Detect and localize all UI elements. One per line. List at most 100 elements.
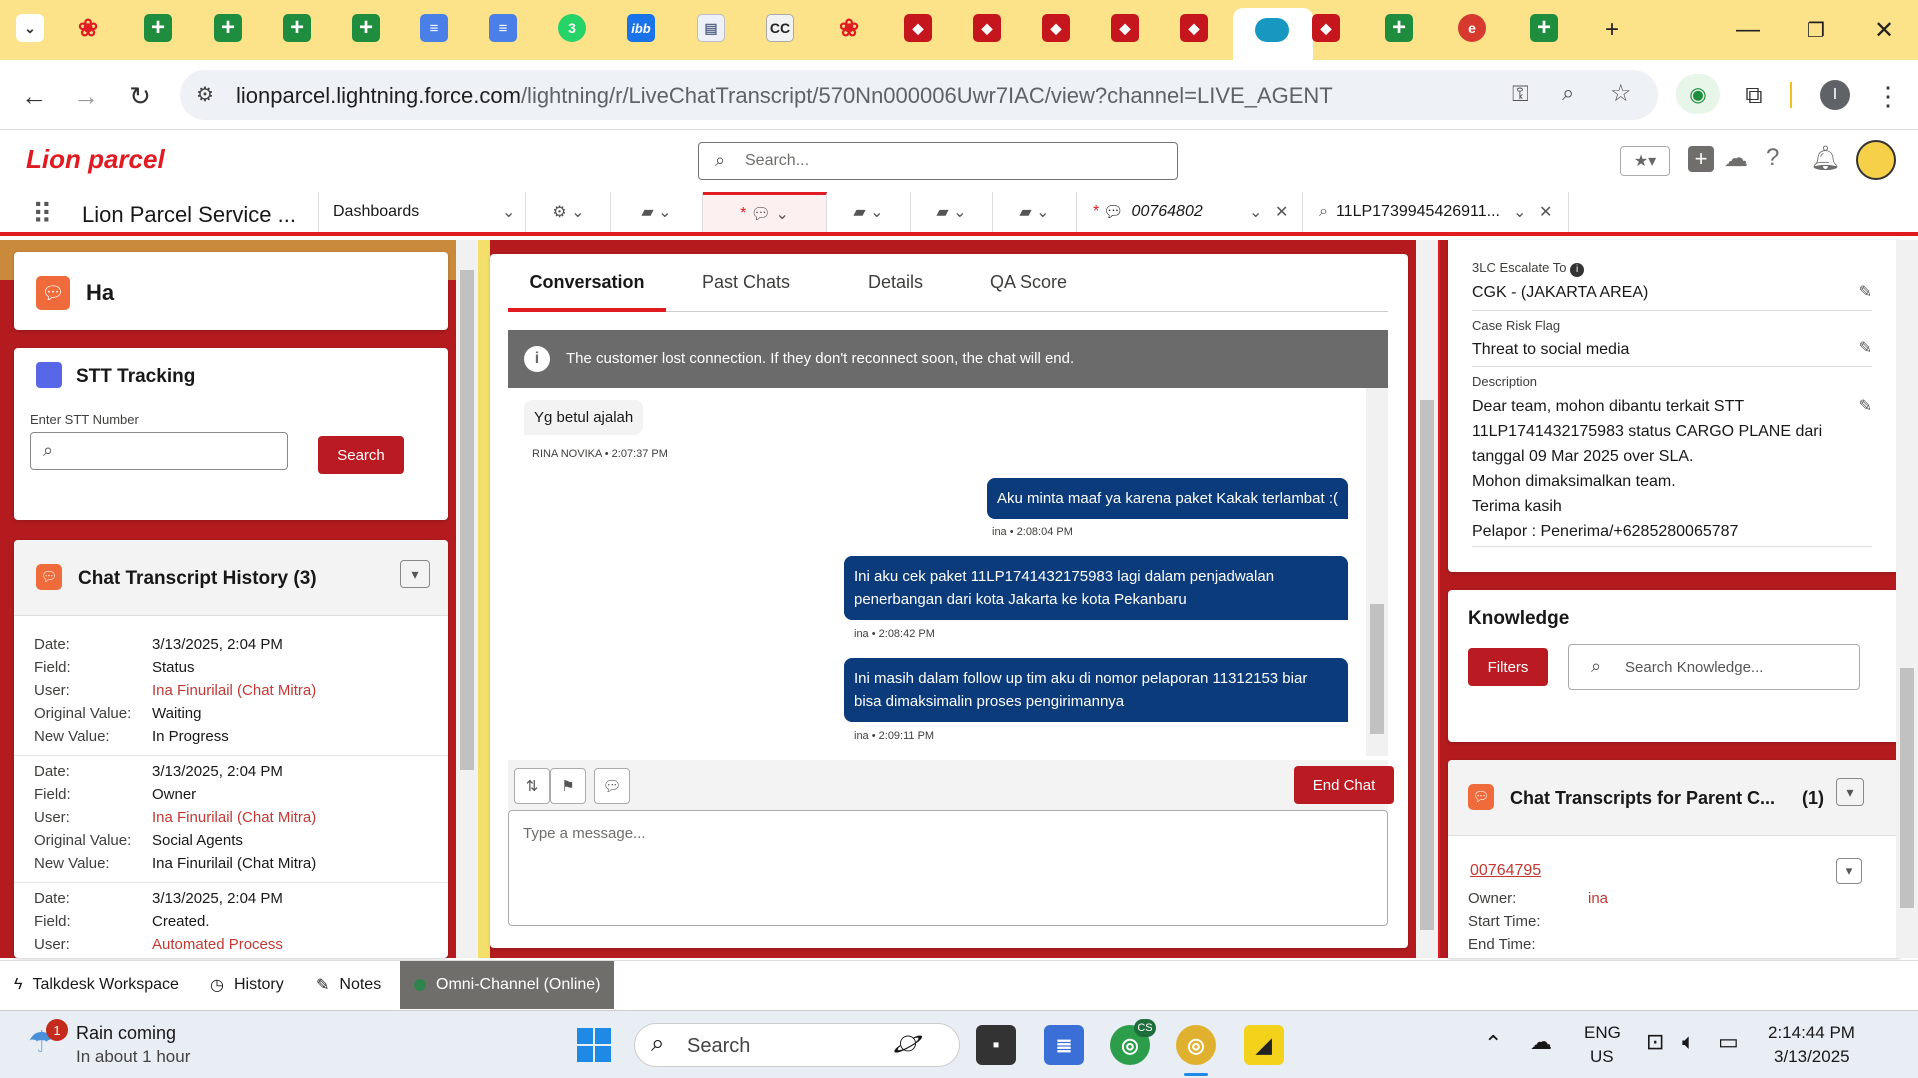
info-icon[interactable]: i <box>1570 263 1585 277</box>
tab-sheets-icon[interactable]: + <box>1530 14 1558 42</box>
extension-eye-icon[interactable]: ◉ <box>1676 74 1720 114</box>
tab-whatsapp-icon[interactable]: 3 <box>558 14 586 42</box>
forward-icon[interactable]: → <box>66 76 106 116</box>
tab-sheets-icon[interactable]: + <box>283 14 311 42</box>
clock-date[interactable]: 3/13/2025 <box>1774 1047 1850 1067</box>
tab-docs-icon[interactable]: ≡ <box>420 14 448 42</box>
help-icon[interactable]: ? <box>1766 144 1779 172</box>
tab-box-icon[interactable]: ◆ <box>904 14 932 42</box>
nav-dashboards[interactable]: Dashboards <box>318 192 526 232</box>
nav-search-tab[interactable]: ⌕ 11LP1739945426911... ⌄ ✕ <box>1303 192 1569 232</box>
taskbar-notepad-icon[interactable]: ≣ <box>1044 1025 1084 1065</box>
tab-sheets-icon[interactable]: + <box>214 14 242 42</box>
edit-pencil-icon[interactable]: ✎ <box>1859 282 1872 302</box>
nav-chat-transcript-tab[interactable]: * 💬︎ 00764802 ⌄ ✕ <box>1077 192 1303 232</box>
bookmark-star-icon[interactable]: ☆ <box>1610 79 1632 108</box>
utility-omni-channel[interactable]: Omni-Channel (Online) <box>400 961 614 1009</box>
global-add-icon[interactable]: + <box>1688 146 1714 172</box>
trailhead-icon[interactable]: ☁ <box>1724 144 1748 173</box>
minimize-icon[interactable]: — <box>1728 12 1768 48</box>
close-tab-icon[interactable]: ✕ <box>1539 202 1552 222</box>
chrome-menu-icon[interactable]: ⋮ <box>1868 76 1908 116</box>
stt-number-input[interactable]: ⌕ <box>30 432 288 470</box>
weather-title[interactable]: Rain coming <box>76 1023 176 1044</box>
message-scrollbar-thumb[interactable] <box>1370 604 1384 734</box>
close-window-icon[interactable]: ✕ <box>1864 12 1904 48</box>
center-scrollbar-thumb[interactable] <box>1420 400 1434 930</box>
address-bar[interactable]: ⚙ lionparcel.lightning.force.com/lightni… <box>180 70 1658 120</box>
parent-record-link[interactable]: 00764795 <box>1470 862 1541 880</box>
message-composer[interactable]: Type a message... <box>508 810 1388 926</box>
end-chat-button[interactable]: End Chat <box>1294 766 1394 804</box>
tab-sheets-icon[interactable]: + <box>144 14 172 42</box>
favorites-star-icon[interactable]: ★▾ <box>1620 146 1670 176</box>
tab-sheets-icon[interactable]: + <box>1385 14 1413 42</box>
tab-search-chevron-icon[interactable]: ⌄ <box>16 14 44 42</box>
history-menu-dropdown[interactable]: ▾ <box>400 560 430 588</box>
message-scrollbar[interactable] <box>1366 388 1388 756</box>
chevron-down-icon[interactable]: ⌄ <box>1513 202 1526 222</box>
right-scrollbar[interactable] <box>1896 240 1918 958</box>
extensions-puzzle-icon[interactable]: ⧉ <box>1734 76 1774 116</box>
center-scrollbar[interactable] <box>1416 240 1438 958</box>
tab-details[interactable]: Details <box>868 272 923 293</box>
restore-icon[interactable]: ❐ <box>1796 12 1836 48</box>
volume-icon[interactable]: 🔈︎ <box>1682 1029 1695 1055</box>
tab-sheets-icon[interactable]: + <box>352 14 380 42</box>
new-tab-icon[interactable]: + <box>1592 12 1632 48</box>
parent-menu-dropdown[interactable]: ▾ <box>1836 778 1864 806</box>
taskbar-search[interactable]: ⌕ Search 🪐︎ <box>634 1023 960 1067</box>
windows-start-icon[interactable] <box>574 1025 614 1065</box>
zoom-icon[interactable]: ⌕ <box>1562 80 1574 106</box>
right-scrollbar-thumb[interactable] <box>1900 668 1914 908</box>
flag-icon[interactable]: ⚑ <box>550 768 586 804</box>
tab-box-icon[interactable]: ◆ <box>1111 14 1139 42</box>
owner-value[interactable]: ina <box>1588 890 1608 907</box>
chevron-down-icon[interactable]: ⌄ <box>1249 202 1262 222</box>
edit-pencil-icon[interactable]: ✎ <box>1859 396 1872 416</box>
utility-history[interactable]: ◷ History <box>210 961 284 1009</box>
transfer-icon[interactable]: ⇅ <box>514 768 550 804</box>
nav-case-tab[interactable]: ▰ ⌄ <box>611 192 703 232</box>
history-value-user[interactable]: Automated Process <box>152 936 283 953</box>
global-search-input[interactable]: ⌕ Search... <box>698 142 1178 180</box>
left-scrollbar[interactable] <box>456 240 478 958</box>
nav-dashboards-chevron-icon[interactable]: ⌄ <box>502 192 526 232</box>
tab-box-icon[interactable]: ◆ <box>1180 14 1208 42</box>
tray-chevron-up-icon[interactable]: ⌃ <box>1484 1031 1502 1057</box>
profile-avatar-icon[interactable]: I <box>1820 80 1850 110</box>
close-tab-icon[interactable]: ✕ <box>1275 202 1288 222</box>
tab-box-icon[interactable]: ◆ <box>973 14 1001 42</box>
tab-docs-icon[interactable]: ≡ <box>489 14 517 42</box>
taskbar-chrome-active-icon[interactable]: ◎ <box>1176 1025 1216 1065</box>
tab-box-icon[interactable]: ◆ <box>1312 14 1340 42</box>
tab-box-icon[interactable]: ◆ <box>1042 14 1070 42</box>
utility-talkdesk[interactable]: ϟ Talkdesk Workspace <box>14 961 179 1009</box>
knowledge-search-input[interactable]: ⌕ Search Knowledge... <box>1568 644 1860 690</box>
tab-salesforce-active[interactable] <box>1233 8 1313 60</box>
back-icon[interactable]: ← <box>14 76 54 116</box>
password-key-icon[interactable]: ⚿ <box>1512 81 1529 107</box>
network-icon[interactable]: ⊡ <box>1646 1029 1664 1055</box>
edit-pencil-icon[interactable]: ✎ <box>1859 338 1872 358</box>
tab-lion-icon[interactable]: ❀ <box>74 14 102 42</box>
app-launcher-icon[interactable]: ⠿ <box>32 198 52 231</box>
knowledge-filters-button[interactable]: Filters <box>1468 648 1548 686</box>
tab-edge-icon[interactable]: e <box>1458 14 1486 42</box>
taskbar-sticky-notes-icon[interactable]: ◢ <box>1244 1025 1284 1065</box>
tab-qa-score[interactable]: QA Score <box>990 272 1067 293</box>
site-info-icon[interactable]: ⚙ <box>196 82 214 107</box>
nav-chat-tab[interactable]: * 💬︎ ⌄ <box>703 192 827 232</box>
tab-past-chats[interactable]: Past Chats <box>702 272 790 293</box>
notifications-bell-icon[interactable]: 🔔︎ <box>1810 144 1840 173</box>
battery-icon[interactable]: ▭ <box>1718 1029 1739 1055</box>
onedrive-icon[interactable]: ☁ <box>1530 1029 1552 1055</box>
tab-ibb-icon[interactable]: ibb <box>627 14 655 42</box>
record-menu-dropdown[interactable]: ▾ <box>1836 858 1862 884</box>
history-value-user[interactable]: Ina Finurilail (Chat Mitra) <box>152 809 316 826</box>
tab-lion-icon[interactable]: ❀ <box>835 14 863 42</box>
left-scrollbar-thumb[interactable] <box>460 270 474 770</box>
language-indicator[interactable]: ENG <box>1584 1023 1621 1043</box>
nav-case-tab[interactable]: ▰ ⌄ <box>827 192 911 232</box>
utility-notes[interactable]: ✎ Notes <box>316 961 381 1009</box>
